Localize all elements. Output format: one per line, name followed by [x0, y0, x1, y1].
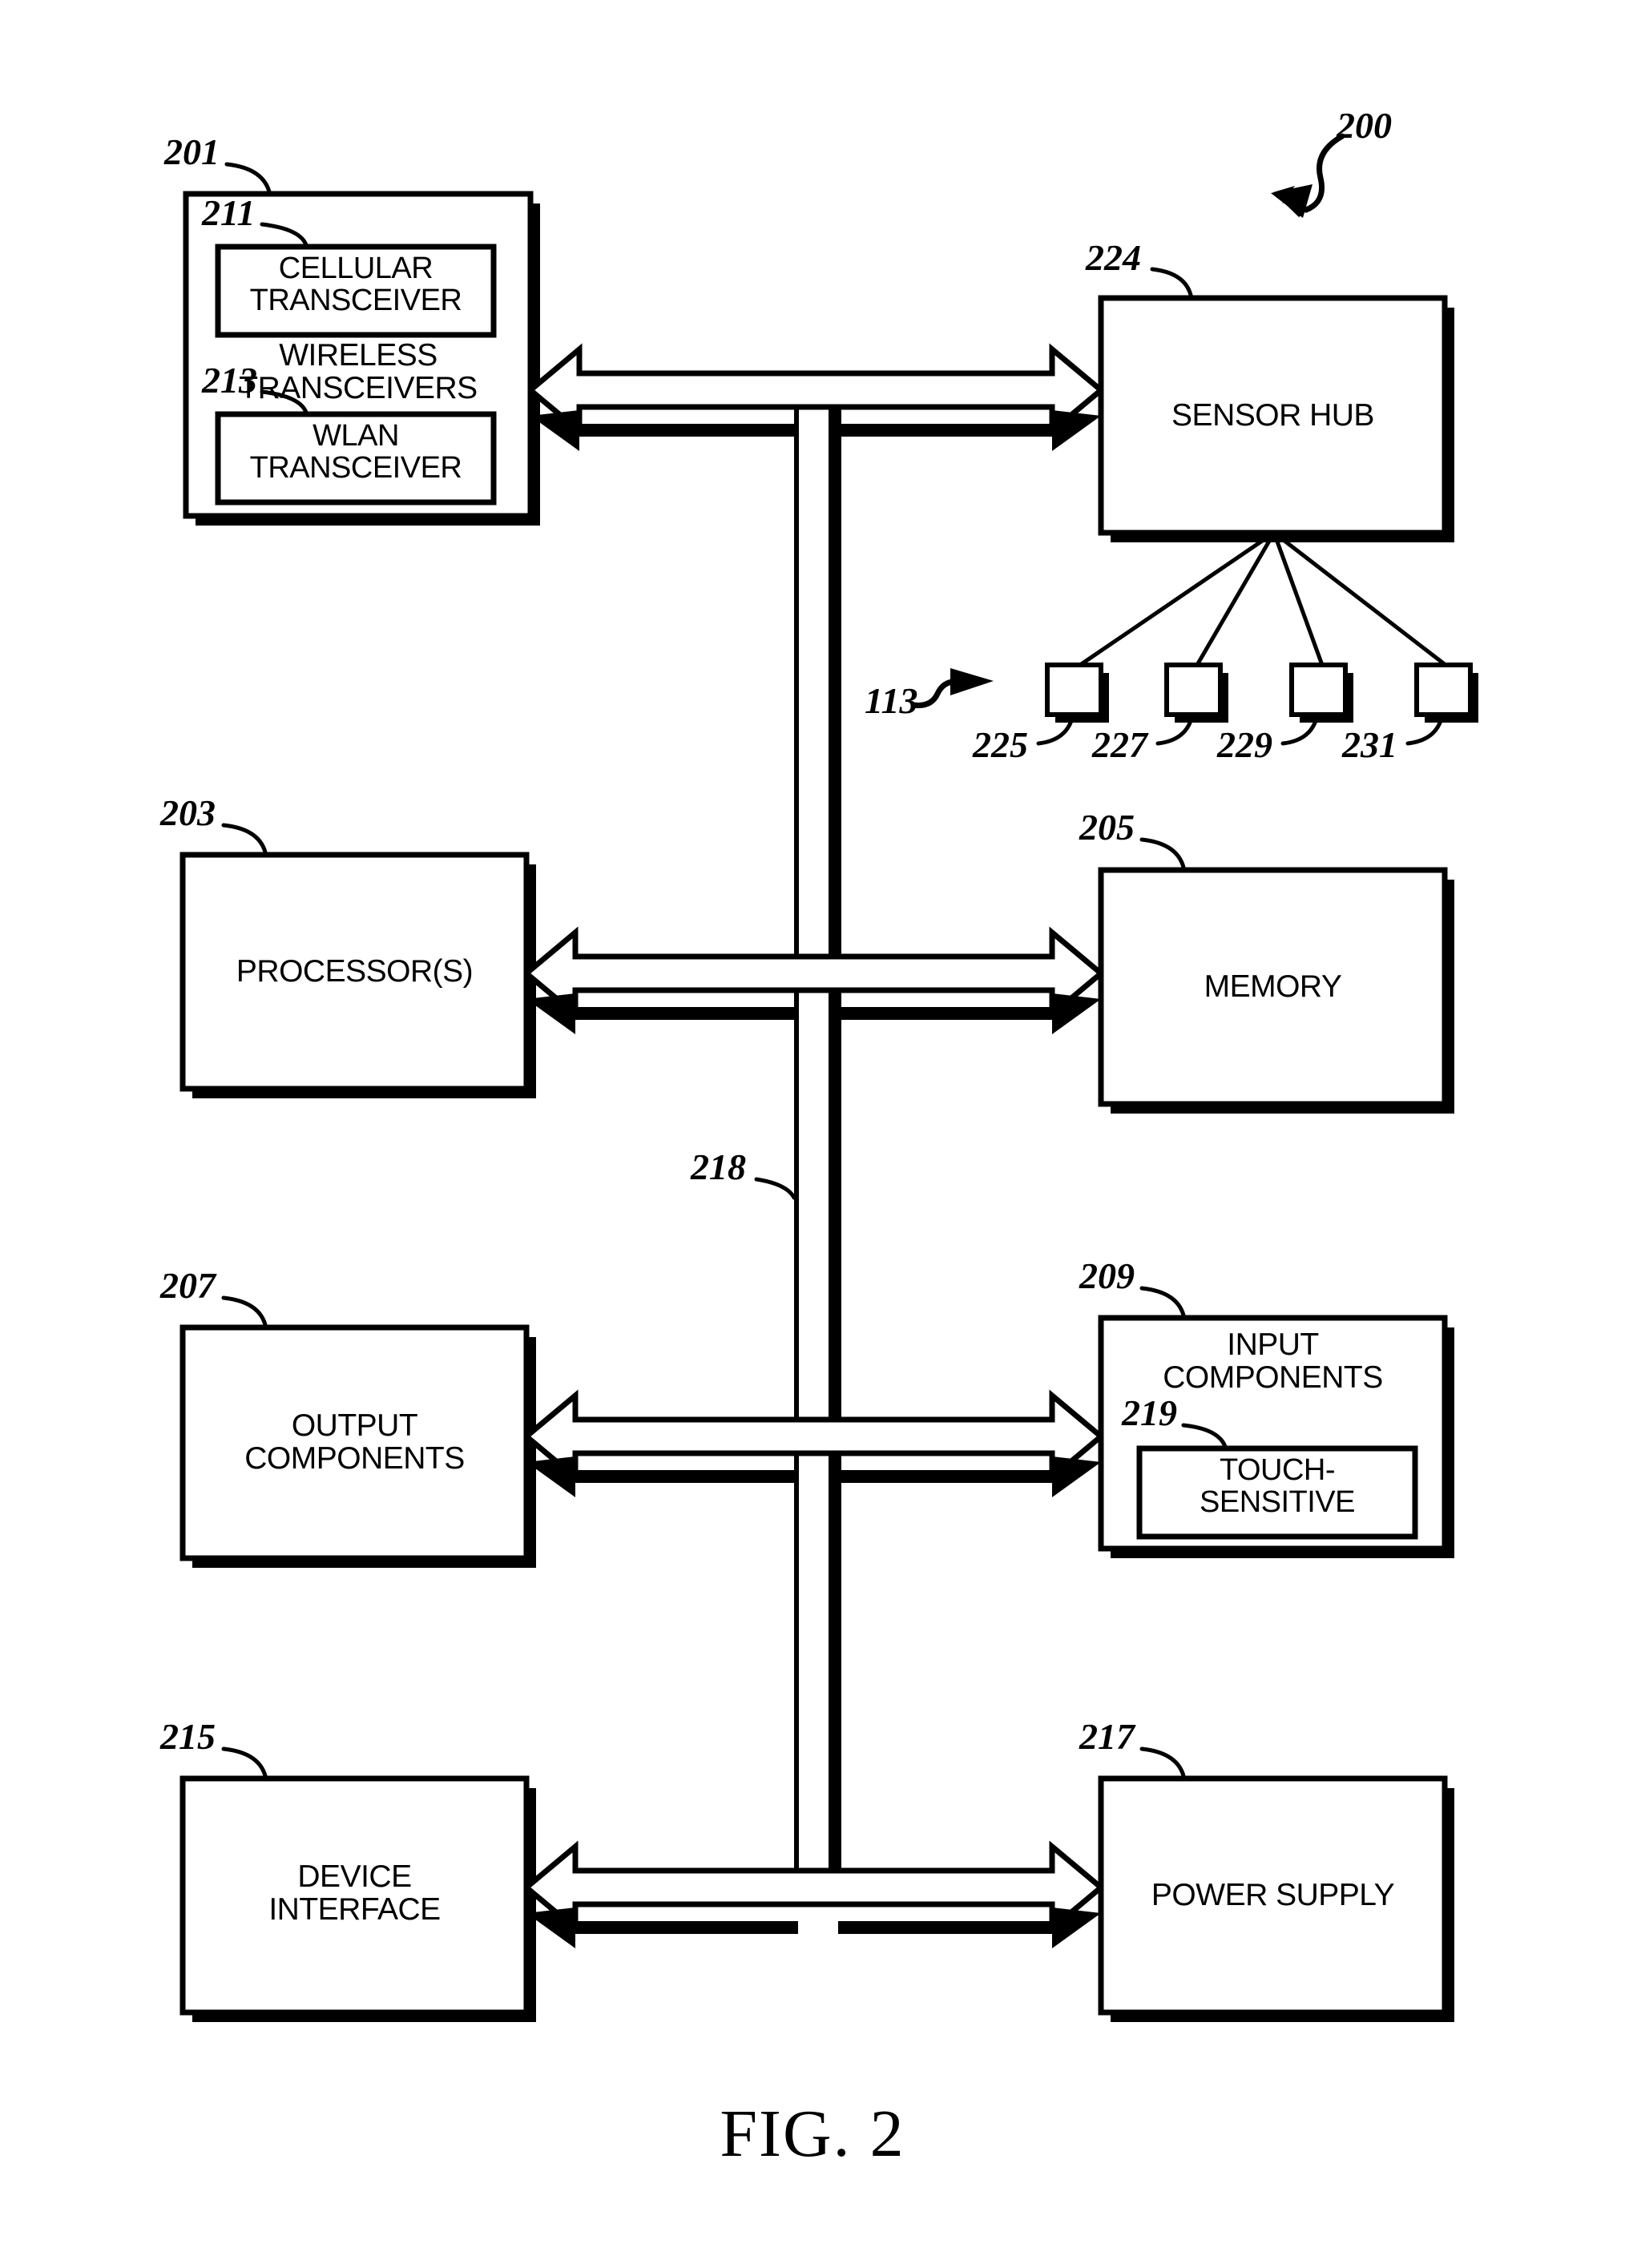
ref-211: 211: [202, 192, 256, 233]
arrow-processors-memory: [522, 926, 1106, 1034]
ref-217: 217: [1079, 1716, 1135, 1757]
ref-225: 225: [973, 724, 1028, 765]
ref-207: 207: [160, 1265, 216, 1306]
sensor-node-225: [1045, 663, 1103, 717]
ref-218: 218: [691, 1146, 746, 1187]
sensor-node-231: [1414, 663, 1473, 717]
ref-200: 200: [1337, 105, 1392, 146]
figure-caption: FIG. 2: [720, 2097, 905, 2171]
sensor-nodes: [1045, 663, 1473, 717]
label-input-components: INPUT COMPONENTS: [1163, 1327, 1383, 1396]
label-device-interface: DEVICE INTERFACE: [268, 1859, 441, 1928]
pointer-200-curve: [1303, 133, 1345, 213]
pointer-113-head: [950, 668, 994, 695]
ref-113: 113: [865, 680, 918, 721]
label-power-supply: POWER SUPPLY: [1151, 1878, 1395, 1912]
ref-227: 227: [1092, 724, 1147, 765]
ref-224: 224: [1086, 237, 1141, 278]
label-wlan-transceiver: WLAN TRANSCEIVER: [249, 419, 462, 485]
ref-203: 203: [160, 792, 216, 833]
ref-209: 209: [1079, 1255, 1135, 1296]
ref-219: 219: [1122, 1392, 1177, 1433]
pointer-200-head-fill: [1271, 184, 1312, 218]
arrow-device-power: [522, 1840, 1106, 1948]
label-memory: MEMORY: [1204, 969, 1342, 1004]
label-output-components: OUTPUT COMPONENTS: [244, 1408, 465, 1476]
sensor-node-229: [1289, 663, 1348, 717]
ref-201: 201: [164, 131, 220, 172]
label-processors: PROCESSOR(S): [236, 954, 474, 989]
arrow-wireless-sensorhub: [526, 343, 1106, 451]
label-sensor-hub: SENSOR HUB: [1171, 398, 1374, 433]
ref-229: 229: [1217, 724, 1272, 765]
patent-figure-page: WIRELESS TRANSCEIVERS CELLULAR TRANSCEIVER…: [0, 0, 1625, 2268]
arrow-output-input: [522, 1389, 1106, 1497]
ref-215: 215: [160, 1716, 216, 1757]
sensor-fanout-lines: [1079, 530, 1447, 667]
system-bus-218: [794, 373, 841, 1895]
ref-213: 213: [202, 360, 257, 401]
ref-205: 205: [1079, 807, 1135, 848]
label-touch-sensitive: TOUCH- SENSITIVE: [1200, 1453, 1356, 1520]
sensor-node-227: [1164, 663, 1223, 717]
ref-231: 231: [1342, 724, 1397, 765]
label-cellular-transceiver: CELLULAR TRANSCEIVER: [249, 252, 462, 318]
